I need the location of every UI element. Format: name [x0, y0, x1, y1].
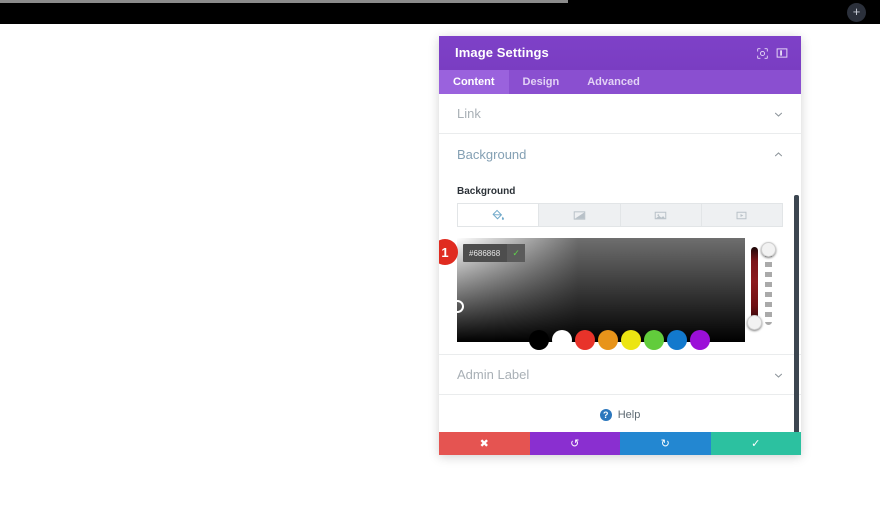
color-swatch-row — [529, 330, 710, 350]
image-settings-modal: Image Settings Content Design Advanced L… — [439, 36, 801, 455]
swatch-red[interactable] — [575, 330, 595, 350]
hue-slider-handle[interactable] — [747, 315, 762, 330]
layout-toggle-icon[interactable] — [773, 44, 791, 62]
add-module-button[interactable]: + — [847, 3, 866, 22]
chevron-down-icon — [774, 371, 783, 380]
background-color-tab[interactable] — [458, 204, 540, 226]
section-link[interactable]: Link — [439, 94, 801, 134]
alpha-slider-handle[interactable] — [761, 242, 776, 257]
expand-icon[interactable] — [753, 44, 771, 62]
modal-footer: ✖ ↺ ↻ ✓ — [439, 432, 801, 455]
swatch-blue[interactable] — [667, 330, 687, 350]
modal-header: Image Settings — [439, 36, 801, 70]
page-load-progress-bar — [0, 0, 568, 3]
section-admin-label-label: Admin Label — [457, 367, 530, 382]
hex-color-input[interactable]: #686868 — [463, 249, 507, 258]
section-background-header[interactable]: Background — [439, 134, 801, 174]
help-link[interactable]: ? Help — [439, 395, 801, 432]
hue-slider[interactable] — [751, 247, 758, 325]
modal-body: Link Background Background 1 #686868 ✓ A… — [439, 94, 801, 432]
panel-scrollbar[interactable] — [794, 195, 799, 432]
tab-advanced[interactable]: Advanced — [573, 70, 654, 94]
redo-button[interactable]: ↻ — [620, 432, 711, 455]
undo-button[interactable]: ↺ — [529, 432, 620, 455]
swatch-white[interactable] — [552, 330, 572, 350]
chevron-down-icon — [774, 110, 783, 119]
tab-content[interactable]: Content — [439, 70, 509, 94]
browser-top-bar: + — [0, 0, 880, 24]
hex-input-group: #686868 ✓ — [463, 244, 526, 262]
tab-design[interactable]: Design — [509, 70, 574, 94]
swatch-green[interactable] — [644, 330, 664, 350]
color-picker: 1 #686868 ✓ — [439, 238, 801, 354]
help-label: Help — [617, 409, 641, 421]
section-link-label: Link — [457, 106, 481, 121]
section-admin-label[interactable]: Admin Label — [439, 355, 801, 395]
background-video-tab[interactable] — [702, 204, 782, 226]
section-background-label: Background — [457, 146, 527, 162]
swatch-purple[interactable] — [690, 330, 710, 350]
swatch-black[interactable] — [529, 330, 549, 350]
background-field-label: Background — [457, 186, 516, 197]
alpha-slider[interactable] — [765, 247, 772, 325]
chevron-up-icon — [774, 150, 783, 159]
save-button[interactable]: ✓ — [710, 432, 801, 455]
hex-confirm-button[interactable]: ✓ — [507, 244, 526, 262]
step-badge-1: 1 — [439, 239, 458, 265]
help-icon: ? — [599, 409, 612, 421]
saturation-handle[interactable] — [451, 300, 464, 313]
cancel-button[interactable]: ✖ — [439, 432, 530, 455]
section-background: Background Background 1 #686868 ✓ — [439, 134, 801, 355]
background-image-tab[interactable] — [621, 204, 702, 226]
page-title: Image Settings — [455, 45, 549, 60]
background-type-tabs — [457, 203, 783, 227]
swatch-orange[interactable] — [598, 330, 618, 350]
swatch-yellow[interactable] — [621, 330, 641, 350]
background-gradient-tab[interactable] — [539, 204, 621, 226]
modal-tabs: Content Design Advanced — [439, 70, 801, 94]
